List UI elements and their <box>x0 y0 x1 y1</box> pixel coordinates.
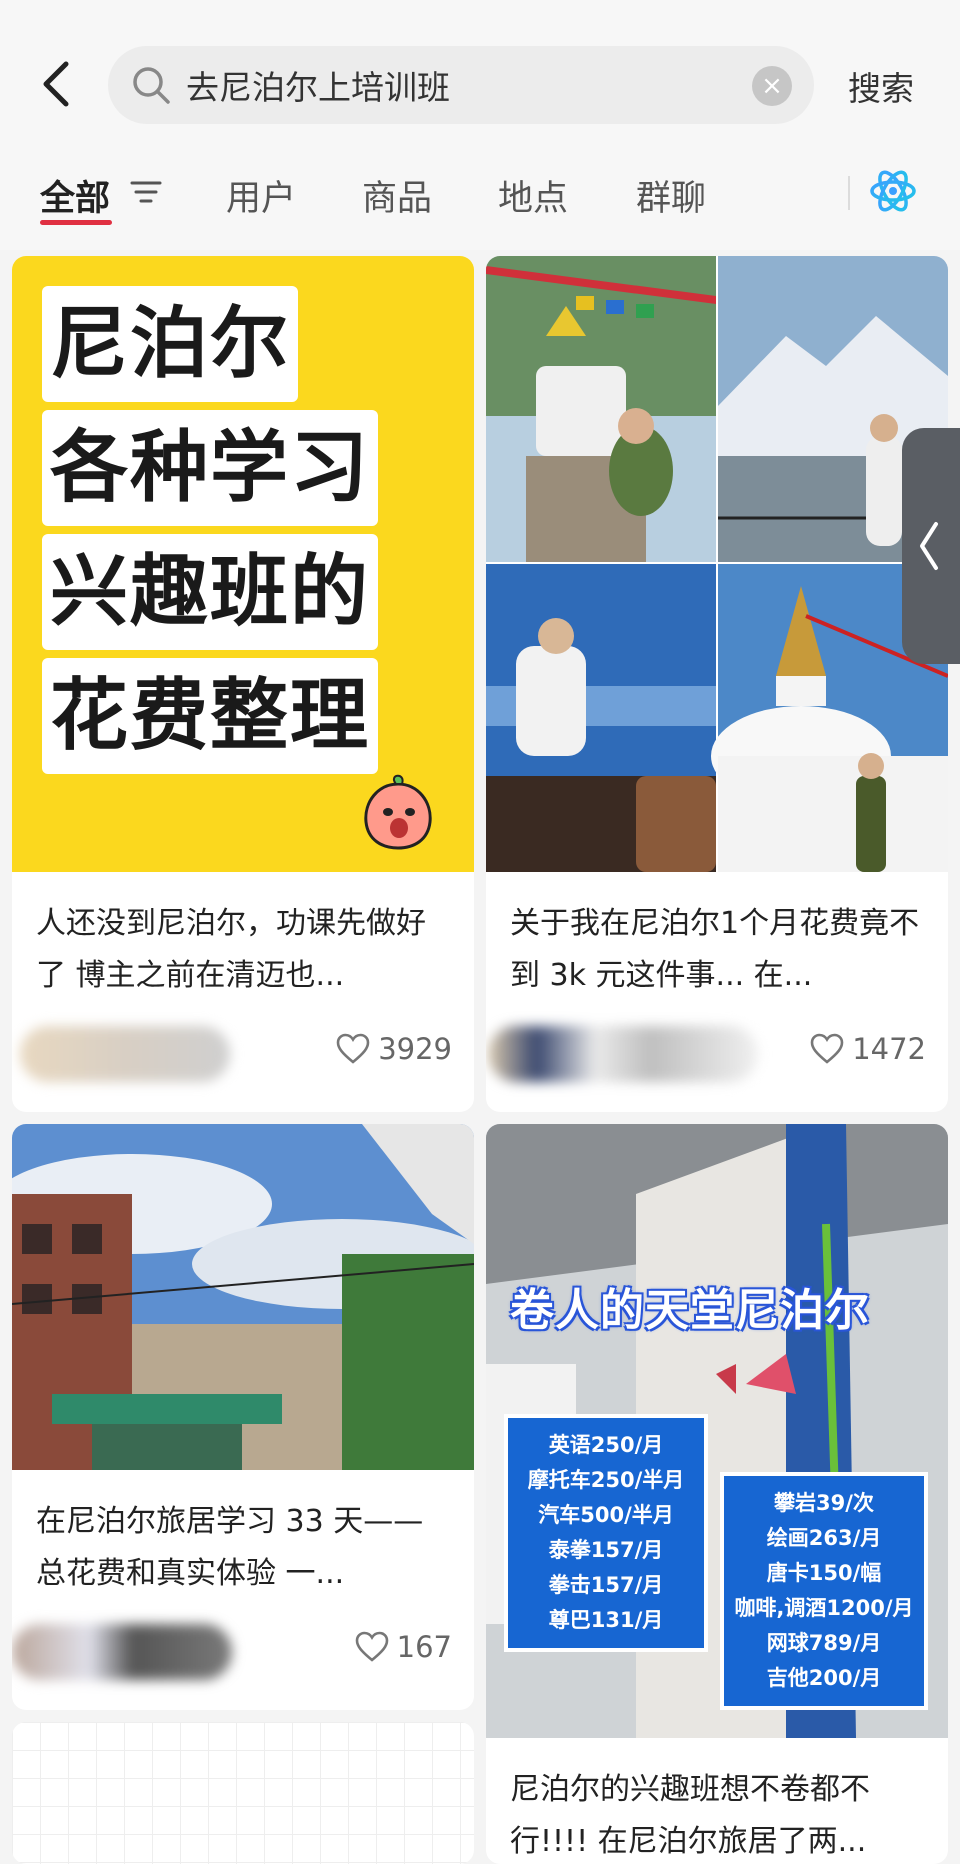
chevron-left-icon <box>920 522 938 570</box>
cover-text-line: 花费整理 <box>42 658 379 774</box>
price-item: 攀岩39/次 <box>774 1491 874 1515</box>
price-item: 网球789/月 <box>766 1631 882 1655</box>
price-item: 吉他200/月 <box>766 1666 882 1690</box>
price-list-right: 攀岩39/次 绘画263/月 唐卡150/幅 咖啡,调酒1200/月 网球789… <box>720 1472 928 1710</box>
chevron-left-icon <box>43 61 69 107</box>
like-count[interactable]: 167 <box>355 1630 452 1664</box>
author-avatar[interactable] <box>488 1026 758 1082</box>
price-item: 汽车500/半月 <box>538 1503 674 1527</box>
price-item: 唐卡150/幅 <box>766 1561 882 1585</box>
back-button[interactable] <box>36 56 80 112</box>
search-icon <box>133 67 170 104</box>
clear-search-button[interactable]: × <box>752 66 792 106</box>
note-title: 人还没到尼泊尔，功课先做好了 博主之前在清迈也... <box>36 906 426 993</box>
tab-users[interactable]: 用户 <box>226 170 296 221</box>
note-cover-image <box>486 256 948 872</box>
like-count[interactable]: 1472 <box>810 1032 926 1066</box>
tab-all[interactable]: 全部 <box>40 170 110 221</box>
search-submit-button[interactable]: 搜索 <box>848 62 914 110</box>
tab-products[interactable]: 商品 <box>362 170 432 221</box>
search-input[interactable] <box>186 46 726 124</box>
ai-assistant-icon[interactable] <box>868 166 918 216</box>
note-cover-image <box>12 1124 474 1470</box>
tab-places[interactable]: 地点 <box>498 170 568 221</box>
filter-icon[interactable] <box>130 178 162 206</box>
cover-text-line: 兴趣班的 <box>42 534 379 650</box>
note-title: 尼泊尔的兴趣班想不卷都不行!!!! 在尼泊尔旅居了两... <box>510 1772 870 1859</box>
peach-sticker-icon <box>364 774 432 850</box>
price-item: 摩托车250/半月 <box>527 1468 685 1492</box>
cover-text: 尼泊尔 各种学习 兴趣班的 花费整理 <box>42 278 379 774</box>
note-cover-image: 尼泊尔 各种学习 兴趣班的 花费整理 <box>12 256 474 872</box>
note-card[interactable]: 在尼泊尔旅居学习 33 天——总花费和真实体验 一... 167 <box>12 1124 474 1710</box>
price-list-left: 英语250/月 摩托车250/半月 汽车500/半月 泰拳157/月 拳击157… <box>504 1414 708 1652</box>
heart-icon <box>810 1033 844 1064</box>
like-count[interactable]: 3929 <box>336 1032 452 1066</box>
cover-text-line: 各种学习 <box>42 410 379 526</box>
author-avatar[interactable] <box>20 1026 230 1082</box>
active-tab-indicator <box>40 220 112 225</box>
like-count-value: 1472 <box>852 1032 926 1066</box>
price-item: 咖啡,调酒1200/月 <box>734 1596 914 1620</box>
note-title: 在尼泊尔旅居学习 33 天——总花费和真实体验 一... <box>36 1504 424 1591</box>
tab-group-chats[interactable]: 群聊 <box>636 170 706 221</box>
category-tabs: 全部 用户 商品 地点 群聊 <box>0 160 960 236</box>
tab-divider <box>848 176 850 210</box>
side-drawer-handle[interactable] <box>902 428 960 664</box>
search-header: × 搜索 全部 用户 商品 地点 群聊 <box>0 0 960 250</box>
close-icon: × <box>761 71 783 101</box>
note-card[interactable]: 关于我在尼泊尔1个月花费竟不到 3k 元这件事... 在... 1472 <box>486 256 948 1112</box>
like-count-value: 167 <box>396 1630 452 1664</box>
note-cover-image: 卷人的天堂尼泊尔 英语250/月 摩托车250/半月 汽车500/半月 泰拳15… <box>486 1124 948 1738</box>
price-item: 泰拳157/月 <box>548 1538 664 1562</box>
search-bar: × <box>108 46 814 124</box>
street-photo <box>12 1124 474 1470</box>
price-item: 拳击157/月 <box>548 1573 664 1597</box>
price-item: 尊巴131/月 <box>548 1608 664 1632</box>
photo-collage <box>486 256 948 872</box>
cover-title: 卷人的天堂尼泊尔 <box>510 1285 870 1336</box>
heart-icon <box>355 1631 388 1662</box>
note-title: 关于我在尼泊尔1个月花费竟不到 3k 元这件事... 在... <box>510 906 920 993</box>
like-count-value: 3929 <box>378 1032 452 1066</box>
author-avatar[interactable] <box>12 1624 232 1680</box>
note-card[interactable]: 尼泊尔 各种学习 兴趣班的 花费整理 人还没到尼泊尔，功课先做好了 博主之前在清… <box>12 256 474 1112</box>
price-item: 英语250/月 <box>548 1433 664 1457</box>
note-card[interactable]: 卷人的天堂尼泊尔 英语250/月 摩托车250/半月 汽车500/半月 泰拳15… <box>486 1124 948 1864</box>
price-item: 绘画263/月 <box>766 1526 882 1550</box>
heart-icon <box>336 1033 370 1064</box>
note-card[interactable] <box>12 1722 474 1864</box>
cover-text-line: 尼泊尔 <box>42 286 299 402</box>
